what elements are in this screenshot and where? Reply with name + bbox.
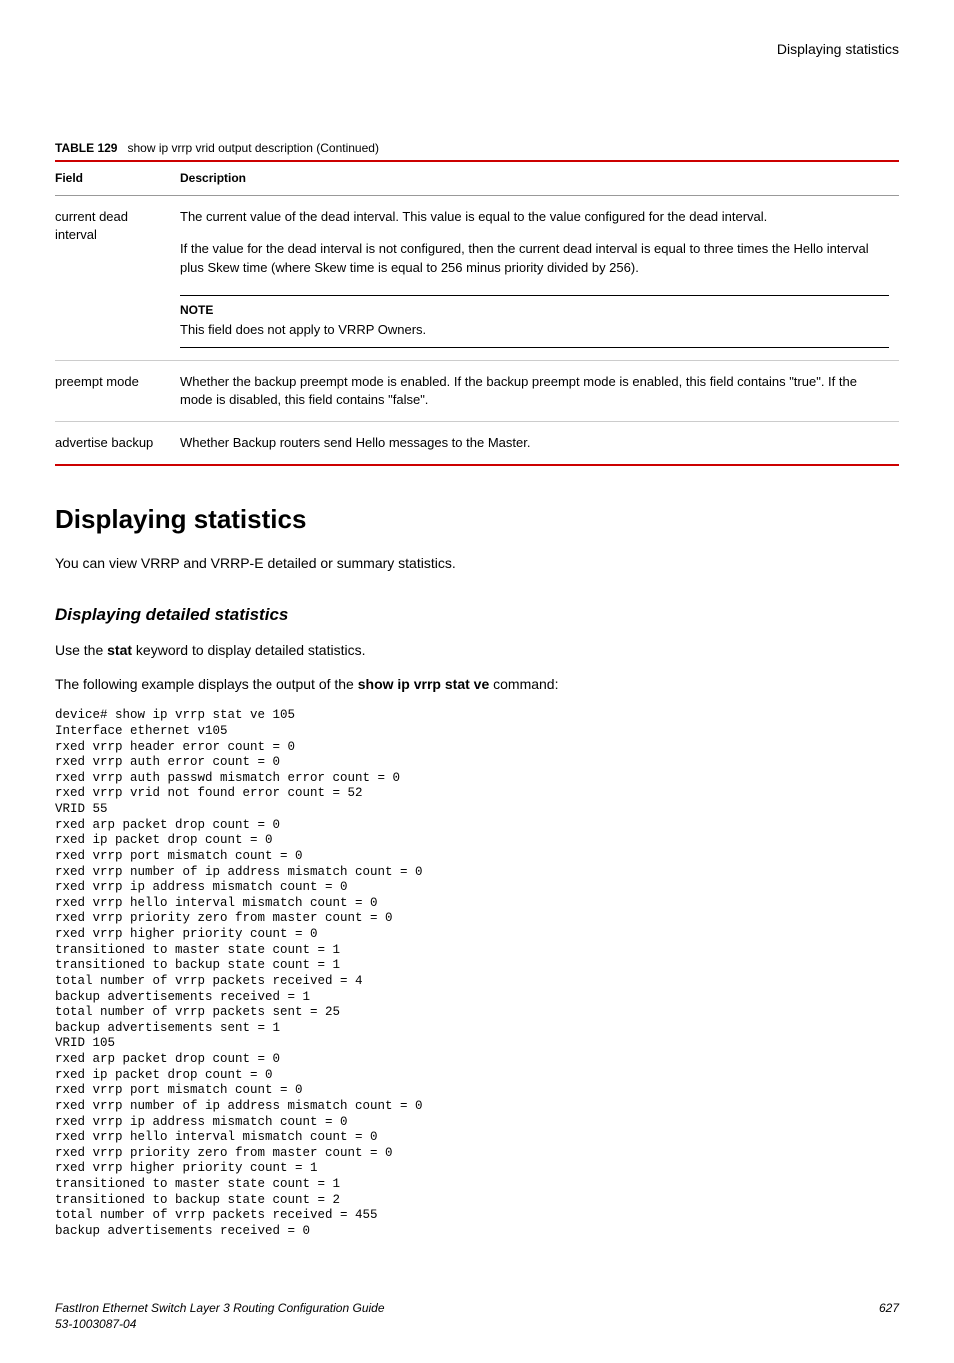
table-caption-prefix: TABLE 129 (55, 141, 117, 155)
description-cell: Whether Backup routers send Hello messag… (180, 422, 899, 466)
table-header-field: Field (55, 161, 180, 195)
field-cell: advertise backup (55, 422, 180, 466)
table-row: advertise backup Whether Backup routers … (55, 422, 899, 466)
code-output: device# show ip vrrp stat ve 105 Interfa… (55, 708, 899, 1239)
text-span: Use the (55, 642, 107, 658)
footer-doc-number: 53-1003087-04 (55, 1316, 385, 1333)
text-span: command: (489, 676, 558, 692)
keyword-bold: stat (107, 642, 132, 658)
note-text: This field does not apply to VRRP Owners… (180, 322, 426, 337)
footer-left: FastIron Ethernet Switch Layer 3 Routing… (55, 1300, 385, 1334)
body-paragraph: Use the stat keyword to display detailed… (55, 641, 899, 661)
table-header-description: Description (180, 161, 899, 195)
note-label: NOTE (180, 302, 889, 319)
table-row: preempt mode Whether the backup preempt … (55, 360, 899, 421)
footer-page-number: 627 (879, 1300, 899, 1334)
description-table: Field Description current dead interval … (55, 160, 899, 466)
intro-paragraph: You can view VRRP and VRRP-E detailed or… (55, 554, 899, 574)
command-bold: show ip vrrp stat ve (358, 676, 489, 692)
text-span: keyword to display detailed statistics. (132, 642, 365, 658)
note-block: NOTE This field does not apply to VRRP O… (180, 295, 889, 348)
table-row: current dead interval The current value … (55, 196, 899, 361)
description-paragraph: The current value of the dead interval. … (180, 208, 889, 226)
page-footer: FastIron Ethernet Switch Layer 3 Routing… (55, 1300, 899, 1334)
table-caption-title: show ip vrrp vrid output description (Co… (127, 141, 378, 155)
text-span: The following example displays the outpu… (55, 676, 358, 692)
description-paragraph: If the value for the dead interval is no… (180, 240, 889, 276)
subsection-heading: Displaying detailed statistics (55, 603, 899, 627)
body-paragraph: The following example displays the outpu… (55, 675, 899, 695)
footer-doc-title: FastIron Ethernet Switch Layer 3 Routing… (55, 1300, 385, 1317)
table-caption: TABLE 129 show ip vrrp vrid output descr… (55, 140, 899, 157)
section-heading: Displaying statistics (55, 501, 899, 537)
field-cell: current dead interval (55, 196, 180, 361)
field-cell: preempt mode (55, 360, 180, 421)
description-cell: The current value of the dead interval. … (180, 196, 899, 361)
page-header-title: Displaying statistics (55, 40, 899, 60)
description-cell: Whether the backup preempt mode is enabl… (180, 360, 899, 421)
